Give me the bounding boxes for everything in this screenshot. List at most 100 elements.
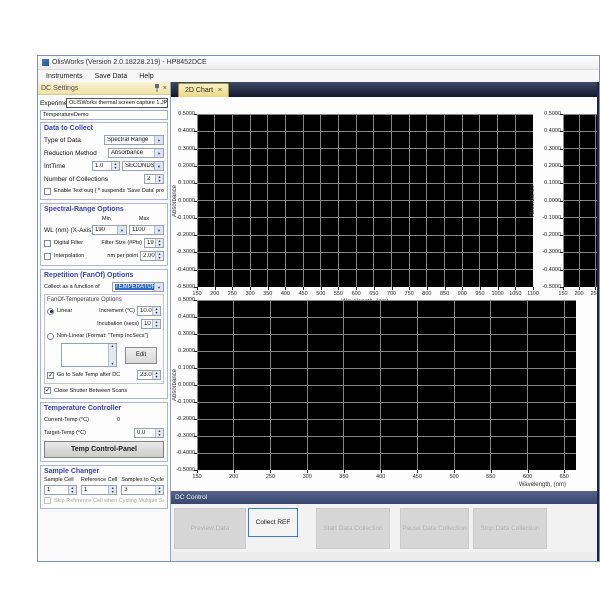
spinner-arrows-icon[interactable]: ▲▼ bbox=[152, 371, 160, 379]
spinner-arrows-icon[interactable]: ▲▼ bbox=[68, 486, 76, 494]
chevron-down-icon: ▼ bbox=[154, 162, 163, 170]
spinner-arrows-icon[interactable]: ▲▼ bbox=[155, 239, 163, 247]
tab-close-icon[interactable]: × bbox=[218, 87, 222, 94]
type-of-data-label: Type of Data bbox=[44, 137, 81, 144]
nonlinear-temp-list[interactable]: ▲▼ bbox=[61, 343, 117, 367]
chart-1: 1502002500.50000.40000.30000.20000.10000… bbox=[171, 97, 597, 491]
chart-2-xlabel: Wavelength, (nm) bbox=[197, 482, 566, 488]
chart-2-ylabel: Absorbance bbox=[171, 300, 179, 470]
safe-temp-checkbox[interactable] bbox=[47, 372, 54, 379]
section-title: Temperature Controller bbox=[44, 405, 164, 412]
collect-fn-label: Collect as a function of bbox=[44, 284, 100, 290]
close-shutter-label: Close Shutter Between Scans bbox=[54, 388, 127, 394]
section-title: Repetition (FanOf) Options bbox=[44, 272, 164, 279]
app-window: OlisWorks (Version 2.0.18228.219) - HP84… bbox=[37, 55, 600, 562]
collections-spinner[interactable]: 2 ▲▼ bbox=[144, 174, 164, 184]
non-linear-radio[interactable] bbox=[47, 333, 54, 340]
close-shutter-checkbox[interactable] bbox=[44, 387, 51, 394]
spinner-arrows-icon[interactable]: ▲▼ bbox=[152, 307, 160, 315]
min-header: Min bbox=[102, 216, 111, 222]
tab-2d-chart[interactable]: 2D Chart × bbox=[178, 83, 229, 97]
safe-temp-label: Go to Safe Temp after DC bbox=[57, 372, 120, 378]
collect-fn-select[interactable]: TEMPERATURE (C)▼ bbox=[112, 282, 164, 292]
menu-help[interactable]: Help bbox=[139, 73, 153, 80]
spinner-arrows-icon[interactable]: ▲▼ bbox=[155, 175, 163, 183]
increment-spinner[interactable]: 10.0 ▲▼ bbox=[137, 306, 161, 316]
section-spectral-range: Spectral-Range Options Min Max WL (nm) (… bbox=[40, 203, 168, 266]
section-title: Spectral-Range Options bbox=[44, 206, 164, 213]
section-title: Data to Collect bbox=[44, 125, 164, 132]
panel-title: DC Settings bbox=[41, 85, 78, 92]
menu-instruments[interactable]: Instruments bbox=[46, 73, 83, 80]
skip-reference-checkbox bbox=[44, 497, 51, 504]
temp-control-panel-button[interactable]: Temp Control-Panel bbox=[44, 441, 164, 458]
chevron-down-icon: ▼ bbox=[154, 149, 163, 157]
sample-cell-label: Sample Cell bbox=[44, 477, 77, 485]
samples-to-cycle-spinner[interactable]: 3 ▲▼ bbox=[121, 485, 164, 495]
current-temp-label: Current-Temp (°C) bbox=[44, 417, 89, 423]
dc-control-buttons: Preview Data Collect REF Start Data Coll… bbox=[171, 504, 597, 552]
nm-per-point-label: nm per point bbox=[107, 253, 138, 259]
safe-temp-spinner[interactable]: 23.0 ▲▼ bbox=[137, 370, 161, 380]
non-linear-label: Non-Linear (Format: "Temp IncSecs") bbox=[57, 333, 148, 339]
list-scrollbar[interactable]: ▲▼ bbox=[108, 344, 116, 366]
digital-filter-checkbox[interactable] bbox=[44, 240, 51, 247]
type-of-data-select[interactable]: Spectral Range▼ bbox=[104, 135, 164, 145]
section-data-to-collect: Data to Collect Type of Data Spectral Ra… bbox=[40, 122, 168, 200]
sample-cell-spinner[interactable]: 1 ▲▼ bbox=[44, 485, 77, 495]
start-data-collection-button: Start Data Collection bbox=[316, 508, 390, 549]
pause-data-collection-button: Pause Data Collection bbox=[400, 508, 469, 549]
max-header: Max bbox=[139, 216, 149, 222]
dc-settings-body: Experiment OLISWorks thermal screen capt… bbox=[38, 95, 170, 561]
section-title: Sample Changer bbox=[44, 468, 164, 475]
linear-radio[interactable] bbox=[47, 308, 54, 315]
spinner-arrows-icon[interactable]: ▲▼ bbox=[152, 320, 160, 328]
inttime-spinner[interactable]: 1.0 ▲▼ bbox=[92, 161, 120, 171]
experiment-name-input[interactable]: OLISWorks thermal screen capture 1.JPG bbox=[66, 98, 168, 108]
wl-min-select[interactable]: 190▼ bbox=[92, 225, 127, 235]
close-icon[interactable]: × bbox=[163, 85, 167, 92]
collect-ref-button[interactable]: Collect REF bbox=[248, 508, 298, 537]
chart-0: 1502002503003504004505005506006507007508… bbox=[171, 97, 597, 491]
inttime-label: IntTime bbox=[44, 163, 65, 170]
filter-size-label: Filter Size (#Pts) bbox=[101, 240, 142, 246]
digital-filter-label: Digital Filter bbox=[54, 240, 83, 246]
menu-save-data[interactable]: Save Data bbox=[95, 73, 128, 80]
chevron-down-icon: ▼ bbox=[154, 283, 163, 291]
title-bar[interactable]: OlisWorks (Version 2.0.18228.219) - HP84… bbox=[38, 56, 599, 70]
pin-icon[interactable] bbox=[154, 84, 160, 92]
section-temperature-controller: Temperature Controller Current-Temp (°C)… bbox=[40, 402, 168, 462]
nm-per-point-spinner[interactable]: 2.00 ▲▼ bbox=[140, 251, 164, 261]
chart-0-plot-area bbox=[197, 114, 533, 287]
target-temp-label: Target-Temp (°C) bbox=[44, 430, 86, 436]
reduction-method-select[interactable]: Absorbance▼ bbox=[108, 148, 164, 158]
wl-max-select[interactable]: 1100▼ bbox=[129, 225, 164, 235]
chart-tab-bar: 2D Chart × bbox=[171, 82, 597, 97]
app-icon bbox=[42, 59, 49, 66]
experiment-profile-input[interactable]: TemperatureDemo bbox=[40, 110, 168, 120]
spinner-arrows-icon[interactable]: ▲▼ bbox=[108, 486, 116, 494]
spinner-arrows-icon[interactable]: ▲▼ bbox=[155, 429, 163, 437]
dc-settings-panel: DC Settings × Experiment OLISWorks therm… bbox=[38, 82, 171, 561]
interpolation-checkbox[interactable] bbox=[44, 253, 51, 260]
skip-reference-label: Skip Reference Cell when Cycling Multipl… bbox=[54, 498, 164, 504]
reference-cell-label: Reference Cell bbox=[81, 477, 117, 485]
filter-size-spinner[interactable]: 19 ▲▼ bbox=[144, 238, 164, 248]
chevron-down-icon: ▼ bbox=[117, 226, 126, 234]
enable-text-output-label: Enable Text output bbox=[54, 188, 93, 194]
experiment-label: Experiment bbox=[40, 100, 66, 107]
enable-text-output-checkbox[interactable] bbox=[44, 188, 51, 195]
linear-label: Linear bbox=[57, 308, 72, 314]
spinner-arrows-icon[interactable]: ▲▼ bbox=[111, 162, 119, 170]
increment-label: Increment (°C) bbox=[99, 308, 135, 314]
reference-cell-spinner[interactable]: 1 ▲▼ bbox=[81, 485, 117, 495]
incubation-spinner[interactable]: 10 ▲▼ bbox=[141, 319, 161, 329]
enable-text-output-note: ( * suspends 'Save Data' prompt ) bbox=[95, 188, 164, 194]
spinner-arrows-icon[interactable]: ▲▼ bbox=[155, 252, 163, 260]
spinner-arrows-icon[interactable]: ▲▼ bbox=[155, 486, 163, 494]
dc-settings-panel-header[interactable]: DC Settings × bbox=[38, 82, 170, 95]
inttime-units-select[interactable]: SECONDS▼ bbox=[122, 161, 164, 171]
collections-label: Number of Collections bbox=[44, 176, 108, 183]
edit-button[interactable]: Edit bbox=[125, 347, 157, 364]
target-temp-spinner[interactable]: 0.0 ▲▼ bbox=[134, 428, 164, 438]
